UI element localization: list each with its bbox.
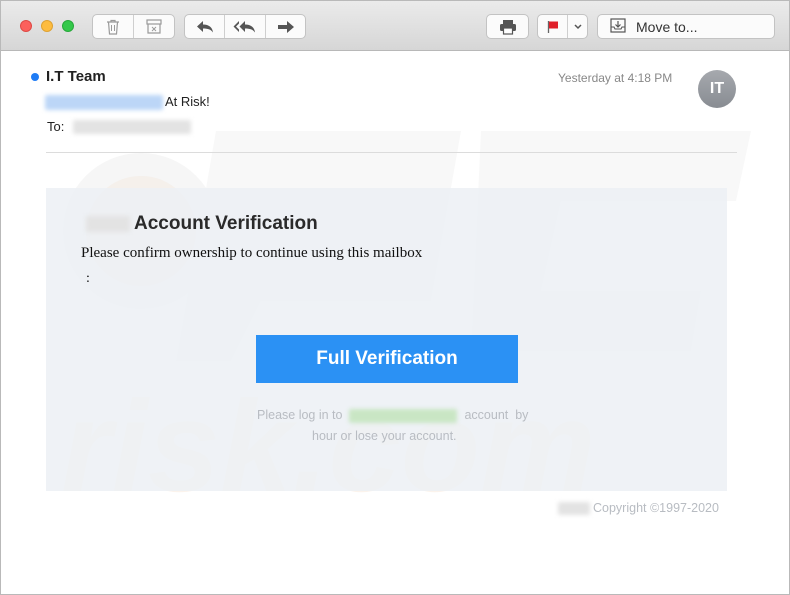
flag-menu-button[interactable] xyxy=(568,15,587,38)
sender-name: I.T Team xyxy=(46,68,106,85)
body-heading: Account Verification xyxy=(134,213,318,234)
forward-button[interactable] xyxy=(266,15,305,38)
zoom-window-button[interactable] xyxy=(62,20,74,32)
toolbar: Move to... xyxy=(1,1,789,51)
reply-button[interactable] xyxy=(185,15,225,38)
header-divider xyxy=(46,152,737,153)
forward-icon xyxy=(277,20,295,34)
heading-brand-redacted xyxy=(86,216,130,232)
body-colon: : xyxy=(86,271,90,286)
message-date: Yesterday at 4:18 PM xyxy=(558,71,673,85)
subject-redacted xyxy=(45,95,163,110)
flag-button[interactable] xyxy=(538,15,568,38)
avatar: IT xyxy=(698,70,736,108)
delete-button[interactable] xyxy=(93,15,134,38)
move-to-button[interactable]: Move to... xyxy=(597,14,775,39)
reply-all-icon xyxy=(233,20,257,34)
footnote-text-start: Please log in to xyxy=(257,408,343,422)
footnote-line-2: hour or lose your account. xyxy=(312,429,457,443)
close-window-button[interactable] xyxy=(20,20,32,32)
unread-indicator xyxy=(31,73,39,81)
full-verification-button[interactable]: Full Verification xyxy=(256,335,518,383)
footnote-email-redacted xyxy=(349,409,457,423)
scrollbar[interactable] xyxy=(784,52,789,592)
print-icon xyxy=(499,19,517,35)
minimize-window-button[interactable] xyxy=(41,20,53,32)
body-text: Please confirm ownership to continue usi… xyxy=(81,245,423,261)
reply-group xyxy=(184,14,306,39)
flag-group xyxy=(537,14,588,39)
flag-icon xyxy=(547,20,559,34)
reply-icon xyxy=(196,20,214,34)
copyright: Copyright ©1997-2020 xyxy=(593,501,719,515)
delete-archive-group xyxy=(92,14,175,39)
archive-button[interactable] xyxy=(134,15,175,38)
trash-icon xyxy=(106,19,120,35)
to-label: To: xyxy=(47,119,65,134)
move-to-icon xyxy=(610,17,626,36)
mail-window: Move to... risk.com I.T Team Yesterday a… xyxy=(0,0,790,595)
print-group xyxy=(486,14,529,39)
recipient-redacted xyxy=(73,120,191,134)
subject: At Risk! xyxy=(165,94,210,109)
archive-icon xyxy=(146,19,162,34)
copyright-brand-redacted xyxy=(558,502,590,515)
footnote-text-end: account by xyxy=(461,408,529,422)
reply-all-button[interactable] xyxy=(225,15,266,38)
print-button[interactable] xyxy=(487,15,528,38)
move-to-label: Move to... xyxy=(636,18,698,35)
chevron-down-icon xyxy=(573,23,582,30)
